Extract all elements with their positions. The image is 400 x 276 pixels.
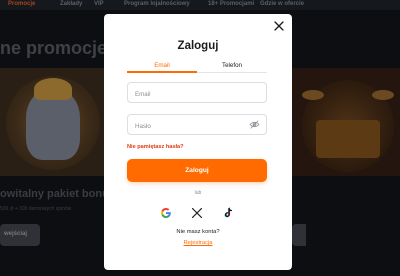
horn-left (302, 90, 324, 100)
page-title: ne promocje (0, 38, 108, 58)
nav-item-offer[interactable]: Gdzie w ofercie (260, 0, 304, 8)
promo-card-right-image[interactable] (292, 68, 400, 176)
top-navigation: Promocje Zakłady VIP Program lojalnościo… (0, 0, 400, 10)
register-link[interactable]: Rejestracja (104, 240, 292, 246)
google-icon[interactable] (160, 207, 172, 219)
nav-item-18plus[interactable]: 18+ Promocjami (208, 0, 254, 8)
login-modal: Zaloguj Email Telefon Nie pamiętasz hasł… (104, 14, 292, 270)
welcome-package-detail: 500 zł + 300 darmowych spinów (0, 206, 72, 212)
nav-item-loyalty[interactable]: Program lojalnościowy (124, 0, 190, 8)
eye-off-icon[interactable] (249, 120, 260, 129)
nav-item-promotions[interactable]: Promocje (8, 0, 35, 8)
nav-item-vip[interactable]: VIP (94, 0, 104, 8)
nav-item-bets[interactable]: Zakłady (60, 0, 82, 8)
warrior-figure (26, 90, 80, 160)
tiktok-icon[interactable] (222, 207, 234, 219)
email-field-wrapper (127, 82, 267, 104)
login-button[interactable]: Zaloguj (127, 159, 267, 182)
promo-card-left-image[interactable] (0, 68, 106, 176)
welcome-package-title: owitalny pakiet bonus (0, 188, 115, 200)
active-tab-indicator (127, 71, 197, 73)
horn-right (372, 90, 394, 100)
promo-cta-button-right[interactable] (292, 224, 306, 246)
forgot-password-link[interactable]: Nie pamiętasz hasła? (127, 144, 184, 150)
x-icon[interactable] (191, 207, 203, 219)
or-divider: lub (194, 190, 202, 196)
close-icon[interactable] (273, 20, 285, 32)
modal-title: Zaloguj (177, 40, 219, 52)
password-input[interactable] (128, 117, 238, 136)
no-account-text: Nie masz konta? (176, 229, 220, 235)
slot-machine (316, 120, 380, 158)
promo-cta-button[interactable]: wejściaj (0, 224, 40, 246)
password-field-wrapper (127, 114, 267, 136)
warrior-helmet (34, 78, 72, 100)
email-input[interactable] (128, 85, 238, 104)
promo-cta-label: wejściaj (4, 231, 28, 237)
